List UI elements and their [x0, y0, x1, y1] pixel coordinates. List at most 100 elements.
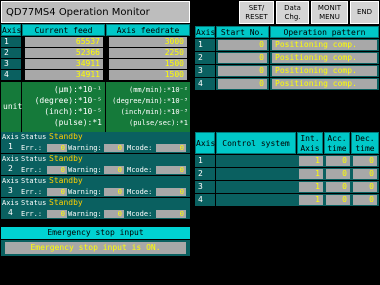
feed-axis-1: 1	[1, 37, 21, 47]
acc-time-3: 0	[326, 182, 350, 192]
warning-value-3: 0	[104, 188, 124, 196]
control-header-system: Control system	[216, 132, 296, 154]
warning-label-4: Warning:	[68, 210, 102, 218]
pattern-start-cell-4: 0	[216, 78, 269, 90]
mcode-value-1: 0	[156, 144, 186, 152]
warning-value-1: 0	[104, 144, 124, 152]
end-button[interactable]: END	[350, 1, 379, 24]
control-axis-2: 2	[195, 168, 215, 180]
status-block-1: Axis 1 Status Standby Err.: 0 Warning: 0…	[1, 132, 190, 153]
start-number-3: 0	[218, 66, 267, 76]
status-label-3: Status	[21, 177, 47, 185]
current-feed-value-3: 34911	[25, 59, 103, 69]
axis-feedrate-2: 2250	[109, 48, 187, 58]
status-axis-number-1: 1	[8, 142, 13, 151]
warning-value-2: 0	[104, 166, 124, 174]
err-label-3: Err.:	[21, 188, 43, 196]
mcode-label-3: Mcode:	[127, 188, 153, 196]
pattern-op-cell-3: Positioning comp.	[270, 65, 379, 77]
set-reset-button[interactable]: SET/ RESET	[239, 1, 274, 24]
control-row-3: 1 0 0	[216, 181, 379, 193]
status-label-2: Status	[21, 155, 47, 163]
status-value-4: Standby	[49, 198, 83, 207]
mcode-label-2: Mcode:	[127, 166, 153, 174]
pattern-table: Axis Start No. Operation pattern 1 0 Pos…	[195, 26, 379, 92]
feed-header-feedrate: Axis feedrate	[106, 24, 190, 36]
err-label-2: Err.:	[21, 166, 43, 174]
unit-pulse: (pulse):*1	[53, 118, 102, 127]
control-header-dec-time: Dec. time	[351, 132, 379, 154]
dec-time-3: 0	[353, 182, 377, 192]
warning-label-3: Warning:	[68, 188, 102, 196]
monitor-menu-button[interactable]: MONIT MENU	[311, 1, 348, 24]
status-axis-label-1: Axis	[2, 133, 19, 141]
err-value-1: 0	[47, 144, 67, 152]
status-axis-label-2: Axis	[2, 155, 19, 163]
pattern-start-cell-2: 0	[216, 52, 269, 64]
operation-pattern-1: Positioning comp.	[272, 40, 377, 50]
warning-label-1: Warning:	[68, 144, 102, 152]
status-label-4: Status	[21, 199, 47, 207]
status-axis-number-4: 4	[8, 208, 13, 217]
control-header-int-axis: Int. Axis	[297, 132, 323, 154]
control-axis-3: 3	[195, 181, 215, 193]
unit-mm-min: (mm/min):*10⁻²	[128, 86, 188, 94]
axis-feedrate-4: 1500	[109, 70, 187, 80]
start-number-2: 0	[218, 53, 267, 63]
window-title: QD77MS4 Operation Monitor	[1, 1, 190, 23]
pattern-axis-2: 2	[195, 52, 215, 64]
feed-axis-4: 4	[1, 70, 21, 80]
current-feed-value-2: 52366	[25, 48, 103, 58]
int-axis-1: 1	[299, 156, 323, 166]
pattern-header-axis: Axis	[195, 26, 216, 38]
status-block-2: Axis 2 Status Standby Err.: 0 Warning: 0…	[1, 154, 190, 175]
pattern-op-cell-4: Positioning comp.	[270, 78, 379, 90]
pattern-start-cell-1: 0	[216, 39, 269, 51]
mcode-value-2: 0	[156, 166, 186, 174]
unit-inch-min: (inch/min):*10⁻³	[120, 108, 188, 116]
current-feed-value-4: 34911	[25, 70, 103, 80]
control-header-axis: Axis	[195, 132, 215, 154]
pattern-op-cell-2: Positioning comp.	[270, 52, 379, 64]
emergency-stop-panel: Emergency stop input is ON.	[1, 240, 190, 256]
err-value-2: 0	[47, 166, 67, 174]
operation-pattern-3: Positioning comp.	[272, 66, 377, 76]
acc-time-4: 0	[326, 195, 350, 205]
dec-time-2: 0	[353, 169, 377, 179]
pattern-start-cell-3: 0	[216, 65, 269, 77]
control-header-acc-time: Acc. time	[324, 132, 350, 154]
mcode-value-3: 0	[156, 188, 186, 196]
feed-header-current: Current feed val.	[22, 24, 105, 46]
status-value-2: Standby	[49, 154, 83, 163]
control-axis-1: 1	[195, 155, 215, 167]
pattern-header-start: Start No.	[216, 26, 269, 38]
mcode-value-4: 0	[156, 210, 186, 218]
err-value-4: 0	[47, 210, 67, 218]
int-axis-2: 1	[299, 169, 323, 179]
unit-cell: unit	[1, 82, 22, 132]
acc-time-2: 0	[326, 169, 350, 179]
warning-label-2: Warning:	[68, 166, 102, 174]
status-section: Axis 1 Status Standby Err.: 0 Warning: 0…	[1, 132, 190, 222]
operation-pattern-2: Positioning comp.	[272, 53, 377, 63]
mcode-label-1: Mcode:	[127, 144, 153, 152]
mcode-label-4: Mcode:	[127, 210, 153, 218]
int-axis-3: 1	[299, 182, 323, 192]
data-change-button[interactable]: Data Chg.	[276, 1, 309, 24]
control-axis-4: 4	[195, 194, 215, 206]
feed-axis-2: 2	[1, 48, 21, 58]
control-row-4: 1 0 0	[216, 194, 379, 206]
emergency-stop-header: Emergency stop input	[1, 227, 190, 239]
status-axis-label-3: Axis	[2, 177, 19, 185]
unit-degree-min: (degree/min):*10⁻³	[112, 97, 188, 105]
status-axis-number-2: 2	[8, 164, 13, 173]
emergency-stop-message: Emergency stop input is ON.	[5, 242, 186, 254]
unit-um: (μm):*10⁻¹	[53, 85, 102, 94]
pattern-op-cell-1: Positioning comp.	[270, 39, 379, 51]
pattern-axis-3: 3	[195, 65, 215, 77]
unit-inch: (inch):*10⁻⁵	[44, 107, 102, 116]
feed-table: Axis Current feed val. Axis feedrate 1 6…	[1, 24, 190, 133]
unit-left-block: (μm):*10⁻¹ (degree):*10⁻⁵ (inch):*10⁻⁵ (…	[22, 82, 105, 132]
control-table: Axis Control system Int. Axis Acc. time …	[195, 132, 379, 208]
err-label-1: Err.:	[21, 144, 43, 152]
